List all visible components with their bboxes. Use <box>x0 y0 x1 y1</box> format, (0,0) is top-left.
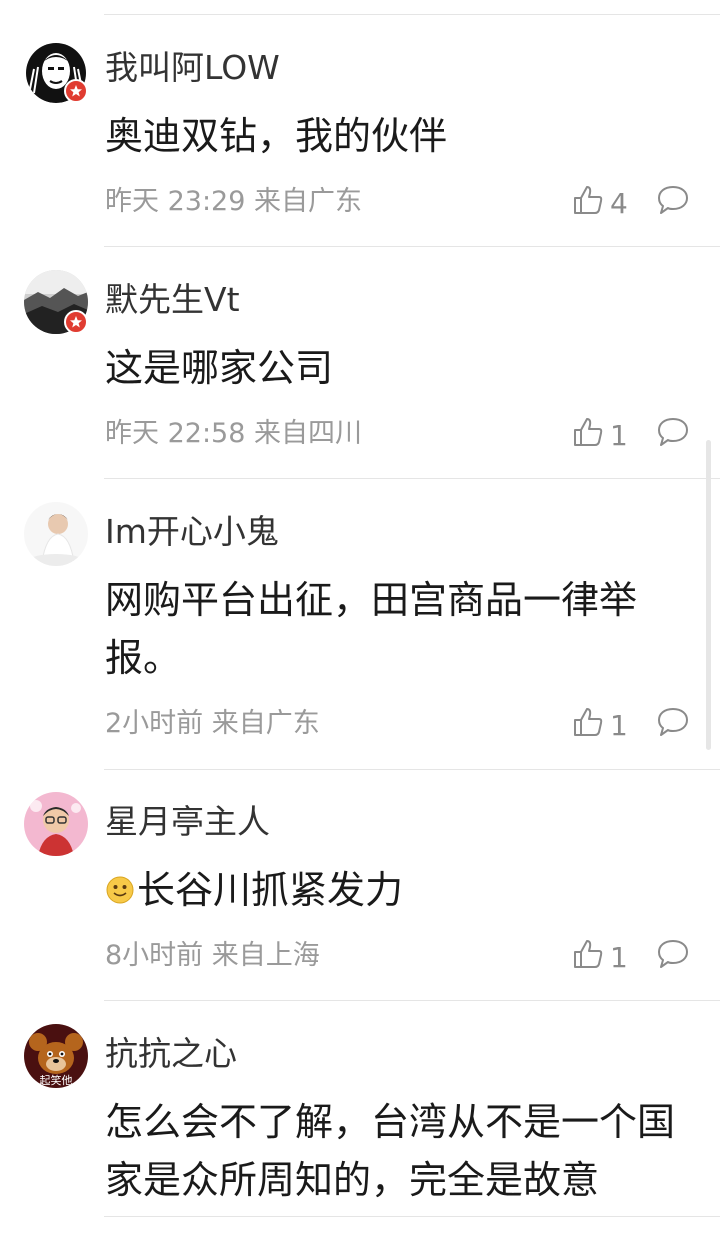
comment-meta: 昨天 23:29 来自广东 <box>105 185 362 219</box>
comment-meta: 8小时前 来自上海 <box>105 939 320 973</box>
comment-text: 网购平台出征，田宫商品一律举报。 <box>105 578 638 680</box>
star-badge-icon <box>64 310 88 334</box>
comment-location: 来自四川 <box>254 418 362 449</box>
divider <box>104 1216 720 1217</box>
reply-button[interactable] <box>656 184 690 220</box>
divider <box>104 14 720 15</box>
avatar[interactable] <box>24 502 88 566</box>
comment-text-body: 长谷川抓紧发力 <box>137 868 404 912</box>
username[interactable]: 抗抗之心 <box>105 1034 237 1074</box>
comment-meta: 昨天 22:58 来自四川 <box>105 417 362 451</box>
like-button[interactable]: 4 <box>572 184 628 223</box>
avatar[interactable] <box>24 792 88 856</box>
reply-button[interactable] <box>656 706 690 742</box>
reply-button[interactable] <box>656 416 690 452</box>
grinning-face-emoji <box>106 876 134 904</box>
divider <box>104 769 720 770</box>
like-button[interactable]: 1 <box>572 938 628 977</box>
like-count: 4 <box>610 187 628 220</box>
speech-bubble-icon <box>658 940 688 968</box>
divider <box>104 1000 720 1001</box>
thumbs-up-icon <box>572 416 604 455</box>
like-count: 1 <box>610 941 628 974</box>
comment-location: 来自广东 <box>211 708 320 739</box>
username[interactable]: Im开心小鬼 <box>105 512 279 552</box>
divider <box>104 478 720 479</box>
comment-text: 这是哪家公司 <box>105 346 334 390</box>
comment-location: 来自广东 <box>254 186 362 217</box>
thumbs-up-icon <box>572 706 604 745</box>
comment-time: 8小时前 <box>105 940 204 971</box>
comment-time: 昨天 23:29 <box>105 186 246 217</box>
speech-bubble-icon <box>658 708 688 736</box>
comment-text: 怎么会不了解，台湾从不是一个国家是众所周知的，完全是故意 <box>105 1100 676 1202</box>
thumbs-up-icon <box>572 938 604 977</box>
divider <box>104 246 720 247</box>
comment-meta: 2小时前 来自广东 <box>105 707 320 741</box>
comment-text: 奥迪双钻，我的伙伴 <box>105 114 448 158</box>
avatar[interactable]: 起笑他 <box>24 1024 88 1088</box>
speech-bubble-icon <box>658 186 688 214</box>
comment-time: 昨天 22:58 <box>105 418 246 449</box>
comment-text: 长谷川抓紧发力 <box>105 861 695 919</box>
username[interactable]: 我叫阿LOW <box>105 48 280 88</box>
like-button[interactable]: 1 <box>572 706 628 745</box>
comment-location: 来自上海 <box>211 940 320 971</box>
like-button[interactable]: 1 <box>572 416 628 455</box>
comment-list: 我叫阿LOW 奥迪双钻，我的伙伴 昨天 23:29 来自广东 4 默先生Vt 这… <box>0 0 720 1233</box>
comment-time: 2小时前 <box>105 708 204 739</box>
speech-bubble-icon <box>658 418 688 446</box>
reply-button[interactable] <box>656 938 690 974</box>
scrollbar[interactable] <box>706 440 711 750</box>
avatar-caption: 起笑他 <box>40 1073 73 1087</box>
like-count: 1 <box>610 709 628 742</box>
thumbs-up-icon <box>572 184 604 223</box>
like-count: 1 <box>610 419 628 452</box>
username[interactable]: 星月亭主人 <box>105 802 270 842</box>
star-badge-icon <box>64 79 88 103</box>
username[interactable]: 默先生Vt <box>105 280 240 320</box>
